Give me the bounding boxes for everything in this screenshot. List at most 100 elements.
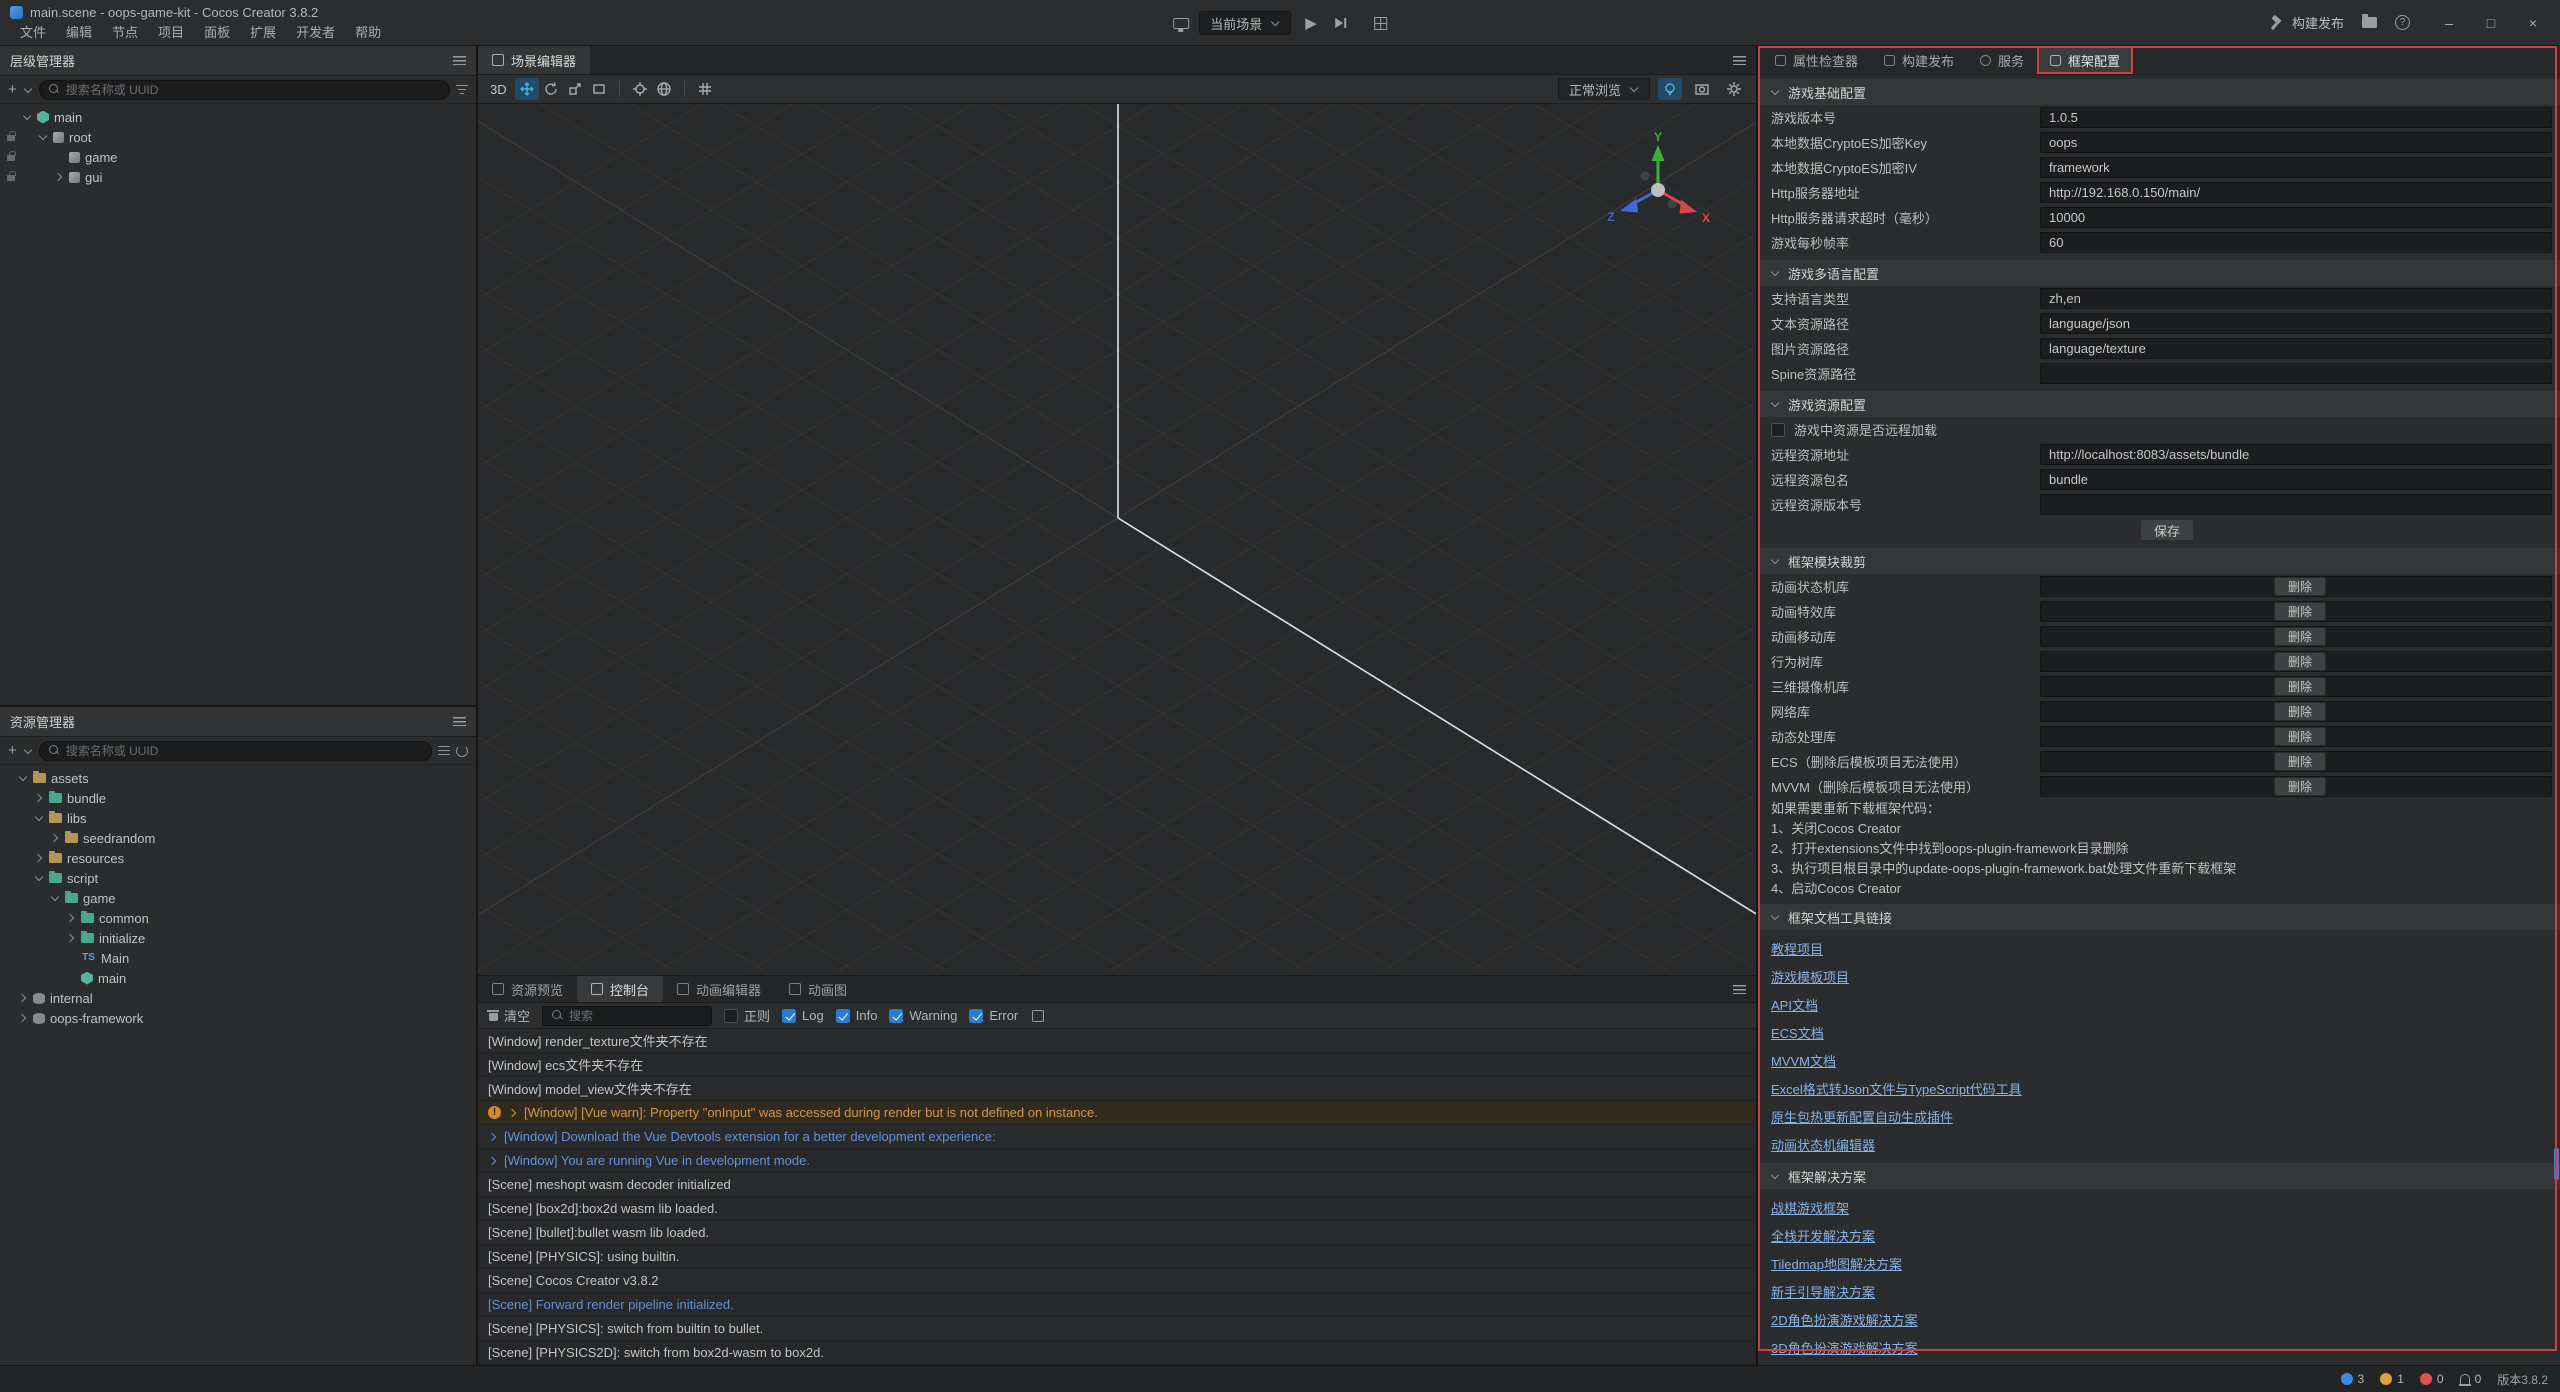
rect-tool-button[interactable] <box>587 78 611 100</box>
save-button[interactable]: 保存 <box>2140 519 2194 541</box>
console-row[interactable]: [Scene] [PHYSICS]: switch from builtin t… <box>478 1317 1756 1341</box>
preview-device-icon[interactable] <box>1173 18 1189 29</box>
property-input[interactable]: 1.0.5 <box>2040 107 2552 128</box>
property-input[interactable]: zh,en <box>2040 288 2552 309</box>
menu-item-4[interactable]: 面板 <box>194 21 240 42</box>
error-count-badge[interactable]: 0 <box>2420 1372 2444 1386</box>
console-tab-0[interactable]: 资源预览 <box>478 976 577 1002</box>
scale-tool-button[interactable] <box>563 78 587 100</box>
doc-link[interactable]: Excel格式转Json文件与TypeScript代码工具 <box>1771 1079 2548 1098</box>
chevron-down-icon[interactable] <box>23 85 33 95</box>
expand-chevron-icon[interactable] <box>488 1132 497 1142</box>
delete-button[interactable]: 删除 <box>2274 752 2326 771</box>
chevron-down-icon[interactable] <box>18 773 28 783</box>
regex-checkbox[interactable] <box>724 1009 738 1023</box>
delete-button[interactable]: 删除 <box>2274 627 2326 646</box>
console-tab-1[interactable]: 控制台 <box>577 976 663 1002</box>
chevron-down-icon[interactable] <box>34 813 44 823</box>
tree-row[interactable]: Main <box>0 948 476 968</box>
create-node-button[interactable]: + <box>8 82 17 97</box>
doc-link[interactable]: 游戏模板项目 <box>1771 967 2548 986</box>
filter-icon[interactable] <box>456 85 468 95</box>
lock-icon[interactable] <box>7 155 15 161</box>
menu-item-6[interactable]: 开发者 <box>286 21 345 42</box>
section-header[interactable]: 框架解决方案 <box>1758 1163 2560 1189</box>
export-log-icon[interactable] <box>1032 1010 1044 1022</box>
checkbox-icon[interactable] <box>836 1009 850 1023</box>
filter-error-toggle[interactable]: Error <box>969 1008 1018 1023</box>
warning-count-badge[interactable]: 1 <box>2380 1372 2404 1386</box>
layout-grid-icon[interactable] <box>1374 17 1387 30</box>
console-clear-button[interactable]: 清空 <box>488 1006 530 1025</box>
panel-menu-icon[interactable] <box>453 56 466 65</box>
sort-icon[interactable] <box>438 746 450 756</box>
console-row[interactable]: [Scene] [PHYSICS]: using builtin. <box>478 1245 1756 1269</box>
tree-row[interactable]: game <box>0 147 476 167</box>
property-input[interactable]: 10000 <box>2040 207 2552 228</box>
expand-chevron-icon[interactable] <box>488 1156 497 1166</box>
doc-link[interactable]: 教程项目 <box>1771 939 2548 958</box>
console-row[interactable]: [Scene] [box2d]:box2d wasm lib loaded. <box>478 1197 1756 1221</box>
tab-service[interactable]: 服务 <box>1967 46 2037 74</box>
move-tool-button[interactable] <box>515 78 539 100</box>
doc-link[interactable]: ECS文档 <box>1771 1023 2548 1042</box>
console-row[interactable]: [Window] model_view文件夹不存在 <box>478 1077 1756 1101</box>
chevron-right-icon[interactable] <box>34 853 44 863</box>
doc-link[interactable]: 新手引导解决方案 <box>1771 1282 2548 1301</box>
delete-button[interactable]: 删除 <box>2274 602 2326 621</box>
property-input[interactable]: http://192.168.0.150/main/ <box>2040 182 2552 203</box>
chevron-right-icon[interactable] <box>54 172 64 182</box>
filter-warning-toggle[interactable]: Warning <box>889 1008 957 1023</box>
doc-link[interactable]: 战棋游戏框架 <box>1771 1198 2548 1217</box>
delete-button[interactable]: 删除 <box>2274 652 2326 671</box>
menu-item-2[interactable]: 节点 <box>102 21 148 42</box>
notification-badge[interactable]: 0 <box>2460 1372 2482 1386</box>
chevron-right-icon[interactable] <box>66 913 76 923</box>
tree-row[interactable]: assets <box>0 768 476 788</box>
chevron-down-icon[interactable] <box>34 873 44 883</box>
section-header[interactable]: 游戏资源配置 <box>1758 391 2560 417</box>
scene-viewport[interactable]: Y X Z <box>478 104 1756 975</box>
lock-icon[interactable] <box>7 135 15 141</box>
expand-chevron-icon[interactable] <box>508 1108 517 1118</box>
property-input[interactable]: language/texture <box>2040 338 2552 359</box>
menu-item-3[interactable]: 项目 <box>148 21 194 42</box>
console-search-input[interactable]: 搜索 <box>542 1006 712 1026</box>
tree-row[interactable]: game <box>0 888 476 908</box>
lighting-toggle-button[interactable] <box>1658 78 1682 100</box>
doc-link[interactable]: Tiledmap地图解决方案 <box>1771 1254 2548 1273</box>
regex-toggle[interactable]: 正则 <box>724 1006 770 1025</box>
doc-link[interactable]: 全栈开发解决方案 <box>1771 1226 2548 1245</box>
console-row[interactable]: [Scene] Cocos Creator v3.8.2 <box>478 1269 1756 1293</box>
tab-inspector[interactable]: 属性检查器 <box>1762 46 1871 74</box>
snap-grid-button[interactable] <box>693 78 717 100</box>
console-row[interactable]: [Scene] meshopt wasm decoder initialized <box>478 1173 1756 1197</box>
scrollbar-thumb[interactable] <box>2554 1148 2559 1180</box>
tree-row[interactable]: root <box>0 127 476 147</box>
console-row[interactable]: [Scene] [PHYSICS2D]: switch from box2d-w… <box>478 1341 1756 1365</box>
tree-row[interactable]: script <box>0 868 476 888</box>
checkbox-icon[interactable] <box>889 1009 903 1023</box>
chevron-right-icon[interactable] <box>18 1013 28 1023</box>
scene-settings-gear-icon[interactable] <box>1722 78 1746 100</box>
console-row[interactable]: [Window] [Vue warn]: Property "onInput" … <box>478 1101 1756 1125</box>
close-button[interactable]: × <box>2512 0 2554 46</box>
console-row[interactable]: [Window] ecs文件夹不存在 <box>478 1053 1756 1077</box>
minimize-button[interactable]: – <box>2428 0 2470 46</box>
menu-item-0[interactable]: 文件 <box>10 21 56 42</box>
open-folder-icon[interactable] <box>2362 17 2377 28</box>
play-button[interactable]: ▶ <box>1301 14 1321 32</box>
menu-item-7[interactable]: 帮助 <box>345 21 391 42</box>
scene-select[interactable]: 当前场景 <box>1199 11 1291 35</box>
tree-row[interactable]: common <box>0 908 476 928</box>
tree-row[interactable]: resources <box>0 848 476 868</box>
checkbox-icon[interactable] <box>782 1009 796 1023</box>
panel-menu-icon[interactable] <box>1733 985 1746 994</box>
filter-info-toggle[interactable]: Info <box>836 1008 878 1023</box>
property-input[interactable]: oops <box>2040 132 2552 153</box>
create-asset-button[interactable]: + <box>8 743 17 758</box>
assets-search-input[interactable]: 搜索名称或 UUID <box>39 741 432 761</box>
coordinate-toggle-button[interactable] <box>652 78 676 100</box>
tree-row[interactable]: libs <box>0 808 476 828</box>
delete-button[interactable]: 删除 <box>2274 702 2326 721</box>
